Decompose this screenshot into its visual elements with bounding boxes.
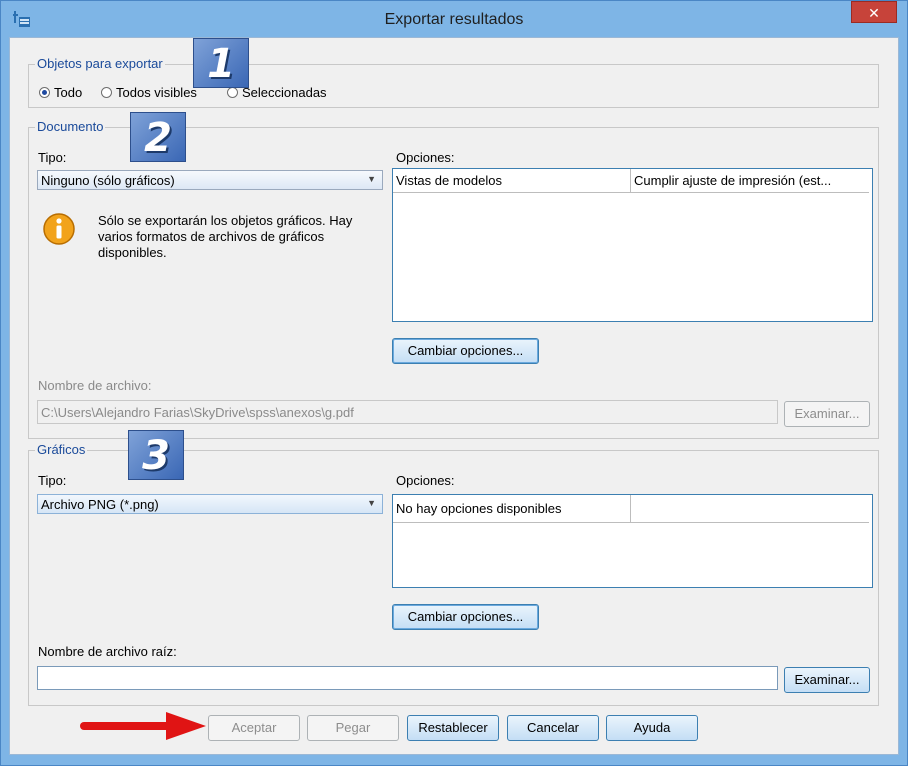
combo-value: Archivo PNG (*.png)	[41, 497, 159, 512]
graphics-options-list[interactable]: No hay opciones disponibles	[392, 494, 873, 588]
document-options-label: Opciones:	[396, 150, 455, 165]
filename-value: C:\Users\Alejandro Farias\SkyDrive\spss\…	[41, 405, 354, 420]
red-arrow-icon	[80, 712, 206, 740]
document-change-options-button[interactable]: Cambiar opciones...	[392, 338, 539, 364]
radio-label: Seleccionadas	[242, 85, 327, 100]
filename-input[interactable]: C:\Users\Alejandro Farias\SkyDrive\spss\…	[37, 400, 778, 424]
title-bar[interactable]: Exportar resultados ✕	[1, 1, 907, 37]
chevron-down-icon[interactable]: ▼	[367, 498, 376, 508]
document-options-list[interactable]: Vistas de modelos Cumplir ajuste de impr…	[392, 168, 873, 322]
filename-label: Nombre de archivo:	[38, 378, 152, 393]
radio-indicator[interactable]	[101, 87, 112, 98]
step-badge-3: 3	[128, 430, 184, 480]
graphics-type-label: Tipo:	[38, 473, 67, 488]
objects-legend: Objetos para exportar	[35, 56, 165, 71]
dialog-client-area: Objetos para exportar Todo Todos visible…	[9, 37, 899, 755]
radio-label: Todos visibles	[116, 85, 197, 100]
document-browse-button[interactable]: Examinar...	[784, 401, 870, 427]
option-cell[interactable]	[631, 495, 869, 523]
cancel-button[interactable]: Cancelar	[507, 715, 599, 741]
document-type-label: Tipo:	[38, 150, 67, 165]
paste-button[interactable]: Pegar	[307, 715, 399, 741]
option-cell[interactable]: Vistas de modelos	[393, 169, 631, 193]
combo-value: Ninguno (sólo gráficos)	[41, 173, 175, 188]
reset-button[interactable]: Restablecer	[407, 715, 499, 741]
graphics-options-label: Opciones:	[396, 473, 455, 488]
close-button[interactable]: ✕	[851, 1, 897, 23]
radio-todo[interactable]: Todo	[39, 85, 82, 100]
graphics-browse-button[interactable]: Examinar...	[784, 667, 870, 693]
export-results-window: Exportar resultados ✕ Objetos para expor…	[0, 0, 908, 766]
document-legend: Documento	[35, 119, 106, 134]
accept-button[interactable]: Aceptar	[208, 715, 300, 741]
step-badge-1: 1	[193, 38, 249, 88]
help-button[interactable]: Ayuda	[606, 715, 698, 741]
document-type-combo[interactable]: Ninguno (sólo gráficos) ▼	[37, 170, 383, 190]
radio-todos-visibles[interactable]: Todos visibles	[101, 85, 197, 100]
objects-group: Objetos para exportar Todo Todos visible…	[28, 56, 879, 108]
graphics-type-combo[interactable]: Archivo PNG (*.png) ▼	[37, 494, 383, 514]
window-title: Exportar resultados	[384, 11, 524, 28]
graphics-legend: Gráficos	[35, 442, 88, 457]
root-filename-input[interactable]	[37, 666, 778, 690]
step-badge-2: 2	[130, 112, 186, 162]
chevron-down-icon[interactable]: ▼	[367, 174, 376, 184]
radio-indicator[interactable]	[39, 87, 50, 98]
document-info-text: Sólo se exportarán los objetos gráficos.…	[98, 213, 353, 260]
radio-label: Todo	[54, 85, 83, 100]
root-filename-label: Nombre de archivo raíz:	[38, 644, 177, 659]
graphics-change-options-button[interactable]: Cambiar opciones...	[392, 604, 539, 630]
option-cell[interactable]: No hay opciones disponibles	[393, 495, 631, 523]
option-cell[interactable]: Cumplir ajuste de impresión (est...	[631, 169, 869, 193]
info-icon	[43, 213, 75, 245]
